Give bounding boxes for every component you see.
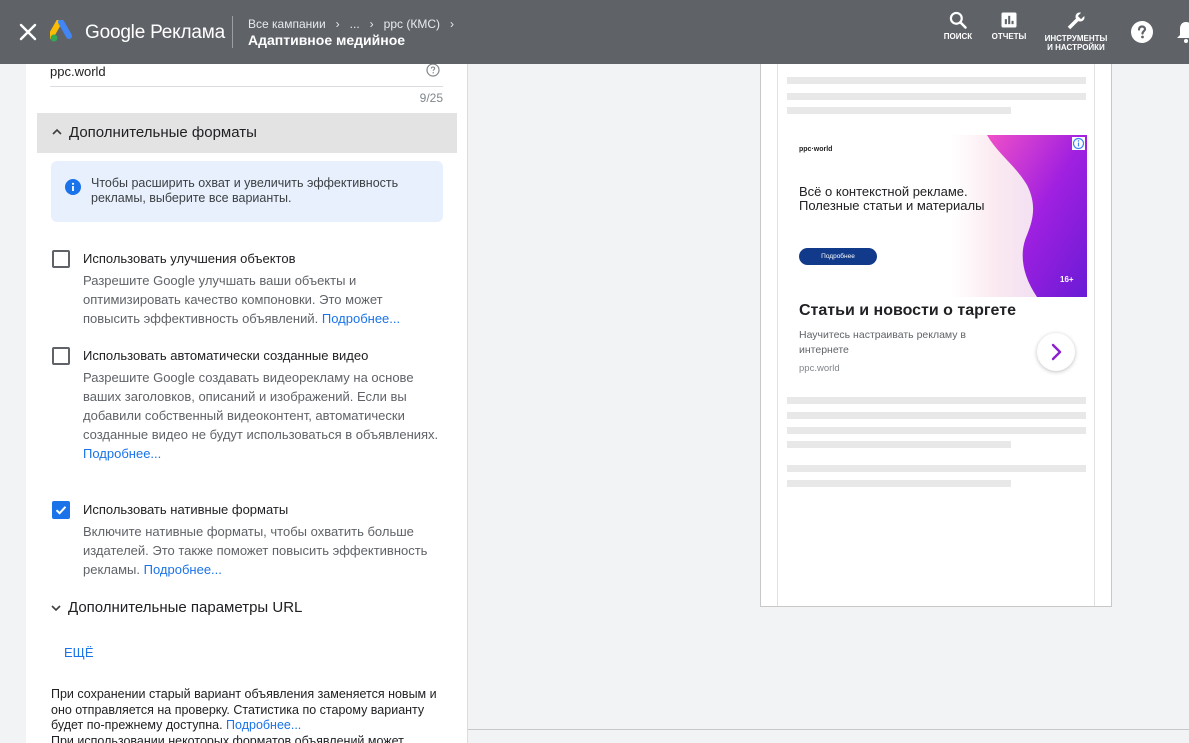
- field-underline: [50, 86, 443, 87]
- age-rating: 16+: [1060, 275, 1074, 284]
- ad-domain: ppc.world: [799, 363, 840, 374]
- placeholder-line: [787, 397, 1086, 404]
- chevron-right-icon: [1051, 343, 1062, 361]
- breadcrumb-ellipsis[interactable]: ...: [350, 17, 360, 31]
- banner-graphic: [987, 135, 1087, 297]
- section-title: Дополнительные параметры URL: [68, 599, 303, 616]
- placeholder-line: [787, 412, 1086, 419]
- learn-more-link[interactable]: Подробнее...: [226, 718, 301, 732]
- tools-settings-button[interactable]: ИНСТРУМЕНТЫ И НАСТРОЙКИ: [1040, 10, 1112, 52]
- option-description: Включите нативные форматы, чтобы охватит…: [83, 524, 428, 577]
- chevron-right-icon: ›: [335, 17, 340, 31]
- character-counter: 9/25: [419, 91, 443, 105]
- chevron-up-icon: [52, 128, 62, 135]
- breadcrumb: Все кампании ›... › ppc (КМС) ›: [248, 17, 464, 31]
- ad-preview-device: ppc·world Всё о контекстной рекламе. Пол…: [760, 64, 1112, 607]
- option-label: Использовать автоматически созданные вид…: [83, 348, 369, 363]
- native-formats-checkbox[interactable]: [52, 501, 70, 519]
- option-description: Разрешите Google создавать видеорекламу …: [83, 370, 439, 461]
- search-button[interactable]: ПОИСК: [940, 10, 976, 41]
- search-icon: [949, 11, 967, 29]
- tools-label-line2: И НАСТРОЙКИ: [1047, 43, 1105, 52]
- learn-more-link[interactable]: Подробнее...: [322, 311, 400, 326]
- close-icon[interactable]: [16, 20, 40, 44]
- wrench-icon: [1067, 12, 1085, 30]
- ad-open-button[interactable]: [1037, 333, 1075, 371]
- placeholder-line: [787, 93, 1086, 100]
- banner-cta-button: Подробнее: [799, 248, 877, 265]
- content-divider: [468, 729, 1189, 730]
- header-divider: [232, 16, 233, 48]
- banner-brand: ppc·world: [799, 146, 833, 153]
- help-circle-icon[interactable]: [426, 64, 440, 77]
- auto-video-checkbox[interactable]: [52, 347, 70, 365]
- preview-page: ppc·world Всё о контекстной рекламе. Пол…: [777, 64, 1095, 606]
- checkmark-icon: [55, 506, 67, 515]
- section-title: Дополнительные форматы: [69, 124, 257, 141]
- placeholder-line: [787, 77, 1086, 84]
- google-ads-logo: [50, 20, 72, 42]
- business-name-field[interactable]: ppc.world: [50, 64, 106, 79]
- placeholder-line: [787, 480, 1011, 487]
- chevron-right-icon: ›: [450, 17, 454, 31]
- save-note: При сохранении старый вариант объявления…: [51, 687, 437, 743]
- reports-button[interactable]: ОТЧЕТЫ: [988, 10, 1030, 41]
- tools-label-line1: ИНСТРУМЕНТЫ: [1044, 34, 1108, 43]
- placeholder-line: [787, 427, 1086, 434]
- more-button[interactable]: ЕЩЁ: [64, 645, 94, 660]
- chevron-down-icon: [51, 605, 61, 612]
- ad-banner-image: ppc·world Всё о контекстной рекламе. Пол…: [787, 135, 1087, 297]
- learn-more-link[interactable]: Подробнее...: [83, 446, 161, 461]
- help-icon[interactable]: [1130, 20, 1154, 44]
- adchoices-info-icon[interactable]: [1072, 137, 1085, 150]
- notifications-icon[interactable]: [1176, 20, 1189, 44]
- info-text: Чтобы расширить охват и увеличить эффект…: [91, 176, 399, 205]
- placeholder-line: [787, 107, 1011, 114]
- chevron-right-icon: ›: [369, 17, 374, 31]
- bar-chart-icon: [1001, 12, 1017, 28]
- asset-enhancements-checkbox[interactable]: [52, 250, 70, 268]
- breadcrumb-all-campaigns[interactable]: Все кампании: [248, 17, 326, 31]
- ad-description: Научитесь настраивать рекламу в интернет…: [799, 329, 967, 356]
- banner-headline: Всё о контекстной рекламе. Полезные стат…: [799, 184, 985, 213]
- extra-formats-section-header[interactable]: Дополнительные форматы: [37, 113, 457, 153]
- placeholder-line: [787, 465, 1086, 472]
- breadcrumb-campaign[interactable]: ppc (КМС): [384, 17, 440, 31]
- learn-more-link[interactable]: Подробнее...: [144, 562, 222, 577]
- option-description: Разрешите Google улучшать ваши объекты и…: [83, 273, 401, 326]
- option-label: Использовать улучшения объектов: [83, 251, 296, 266]
- native-ad-preview[interactable]: ppc·world Всё о контекстной рекламе. Пол…: [787, 135, 1087, 385]
- option-label: Использовать нативные форматы: [83, 502, 289, 517]
- reports-label: ОТЧЕТЫ: [991, 32, 1027, 41]
- placeholder-line: [787, 441, 1011, 448]
- ad-editor-panel: ppc.world 9/25 Дополнительные форматы Чт…: [26, 64, 468, 743]
- page-title: Адаптивное медийное: [248, 32, 406, 48]
- product-name: Google Реклама: [85, 22, 225, 43]
- top-app-bar: Google Реклама Все кампании ›... › ppc (КМС…: [0, 0, 1189, 64]
- ad-title: Статьи и новости о таргете: [799, 302, 1016, 319]
- search-label: ПОИСК: [943, 32, 973, 41]
- info-banner: Чтобы расширить охват и увеличить эффект…: [51, 161, 443, 222]
- info-icon: [65, 179, 81, 195]
